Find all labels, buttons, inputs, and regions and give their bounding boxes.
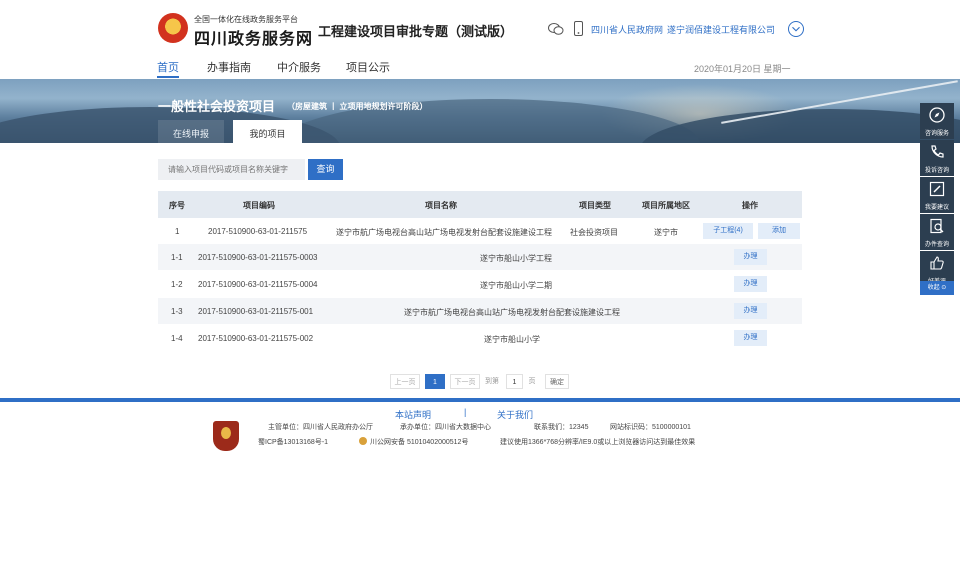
current-date: 2020年01月20日 星期一: [694, 64, 791, 74]
table-header: 序号 项目编码 项目名称 项目类型 项目所属地区 操作: [158, 191, 802, 218]
header-no: 序号: [169, 201, 185, 210]
nav-agency[interactable]: 中介服务: [277, 59, 321, 75]
compass-icon: [929, 107, 945, 123]
header-code: 项目编码: [243, 201, 275, 210]
footer-statement-link[interactable]: 本站声明: [395, 408, 431, 421]
row-name[interactable]: 遂宁市航广场电视台高山站广场电视发射台配套设施建设工程: [336, 227, 552, 238]
goto-prefix: 到第: [485, 378, 499, 385]
tab-my-projects[interactable]: 我的项目: [233, 120, 302, 143]
side-complaint[interactable]: 投诉咨询: [920, 140, 954, 176]
chevron-down-icon[interactable]: [788, 21, 804, 37]
edit-icon: [929, 181, 945, 197]
row-name[interactable]: 遂宁市船山小学工程: [480, 253, 552, 264]
wechat-icon[interactable]: [548, 22, 564, 36]
side-fold-button[interactable]: 收起 ⊙: [920, 281, 954, 295]
site-name[interactable]: 四川政务服务网: [194, 25, 313, 49]
search-doc-icon: [930, 218, 944, 234]
row-type: 社会投资项目: [570, 228, 618, 237]
side-suggest[interactable]: 我要建议: [920, 177, 954, 213]
national-emblem-icon: [158, 13, 188, 43]
side-query[interactable]: 办件查询: [920, 214, 954, 250]
main-nav: 首页 办事指南 中介服务 项目公示: [0, 50, 960, 79]
header-name: 项目名称: [425, 201, 457, 210]
handle-button[interactable]: 办理: [734, 276, 767, 292]
side-label: 我要建议: [924, 205, 949, 211]
row-code: 2017-510900-63-01-211575-0004: [198, 280, 318, 289]
footer-icp[interactable]: 蜀ICP备13013168号-1: [258, 437, 328, 447]
goto-page-input[interactable]: 1: [506, 374, 523, 389]
goto-suffix: 页: [528, 378, 536, 385]
row-area: 遂宁市: [654, 228, 678, 237]
header-area: 项目所属地区: [642, 201, 690, 210]
footer-browser-tip: 建议使用1366*768分辨率/IE9.0或以上浏览器访问达到最佳效果: [500, 439, 696, 446]
page-current[interactable]: 1: [425, 374, 445, 389]
row-no: 1: [175, 227, 180, 236]
row-name[interactable]: 遂宁市船山小学二期: [480, 280, 552, 291]
prev-page-button[interactable]: 上一页: [390, 374, 420, 389]
footer-organizer: 承办单位：四川省大数据中心: [400, 424, 491, 431]
search-input[interactable]: [158, 159, 305, 180]
nav-home[interactable]: 首页: [157, 59, 179, 75]
site-header: 全国一体化在线政务服务平台 四川政务服务网 工程建设项目审批专题（测试版） 四川…: [0, 0, 960, 50]
sub-project-button[interactable]: 子工程(4): [703, 223, 753, 239]
nav-publicity[interactable]: 项目公示: [346, 59, 390, 75]
nav-active-indicator: [157, 76, 179, 78]
banner: [0, 79, 960, 143]
party-gov-badge-icon[interactable]: [213, 421, 239, 451]
table-row: 1-3 2017-510900-63-01-211575-001 遂宁市航广场电…: [158, 298, 802, 324]
footer-hotline: 联系我们：12345: [534, 424, 589, 431]
side-consult[interactable]: 咨询服务: [920, 103, 954, 139]
footer-about-link[interactable]: 关于我们: [497, 408, 533, 421]
row-no: 1-4: [171, 334, 183, 343]
row-no: 1-1: [171, 253, 183, 262]
footer-site-id: 网站标识码：5100000101: [610, 424, 691, 431]
handle-button[interactable]: 办理: [734, 249, 767, 265]
phone-icon: [931, 145, 944, 158]
police-badge-icon: [359, 437, 367, 445]
thumb-icon: [930, 256, 944, 270]
side-label: 咨询服务: [924, 131, 949, 137]
site-slogan: 全国一体化在线政务服务平台: [194, 15, 298, 24]
row-no: 1-3: [171, 307, 183, 316]
row-no: 1-2: [171, 280, 183, 289]
header-type: 项目类型: [579, 201, 611, 210]
tab-online-apply[interactable]: 在线申报: [158, 120, 224, 143]
row-code: 2017-510900-63-01-211575-0003: [198, 253, 318, 262]
search-button[interactable]: 查询: [308, 159, 343, 180]
add-button[interactable]: 添加: [758, 223, 800, 239]
goto-confirm-button[interactable]: 确定: [545, 374, 569, 389]
company-link[interactable]: 遂宁润佰建设工程有限公司: [667, 23, 775, 36]
footer-divider: [0, 398, 960, 402]
handle-button[interactable]: 办理: [734, 330, 767, 346]
side-label: 投诉咨询: [924, 168, 949, 174]
table-row: 1-1 2017-510900-63-01-211575-0003 遂宁市船山小…: [158, 244, 802, 270]
mobile-icon[interactable]: [574, 21, 583, 36]
gov-link[interactable]: 四川省人民政府网: [591, 23, 663, 36]
footer-police-record[interactable]: 川公网安备 51010402000512号: [370, 437, 468, 447]
row-code: 2017-510900-63-01-211575-002: [198, 334, 314, 343]
footer-host: 主管单位：四川省人民政府办公厅: [268, 424, 373, 431]
table-row: 1-4 2017-510900-63-01-211575-002 遂宁市船山小学…: [158, 325, 802, 351]
table-row: 1 2017-510900-63-01-211575 遂宁市航广场电视台高山站广…: [158, 218, 802, 244]
table-row: 1-2 2017-510900-63-01-211575-0004 遂宁市船山小…: [158, 271, 802, 297]
project-category-title: 一般性社会投资项目: [158, 99, 276, 114]
row-code: 2017-510900-63-01-211575: [208, 227, 308, 236]
row-code: 2017-510900-63-01-211575-001: [198, 307, 314, 316]
header-action: 操作: [742, 201, 758, 210]
row-name[interactable]: 遂宁市航广场电视台高山站广场电视发射台配套设施建设工程: [404, 307, 620, 318]
nav-guide[interactable]: 办事指南: [207, 59, 251, 75]
project-stage-tags: （房屋建筑 丨 立项用地规划许可阶段）: [287, 102, 428, 111]
handle-button[interactable]: 办理: [734, 303, 767, 319]
side-label: 办件查询: [924, 242, 949, 248]
row-name[interactable]: 遂宁市船山小学: [484, 334, 540, 345]
topic-title: 工程建设项目审批专题（测试版）: [318, 24, 514, 39]
next-page-button[interactable]: 下一页: [450, 374, 480, 389]
footer-separator: |: [464, 407, 467, 417]
